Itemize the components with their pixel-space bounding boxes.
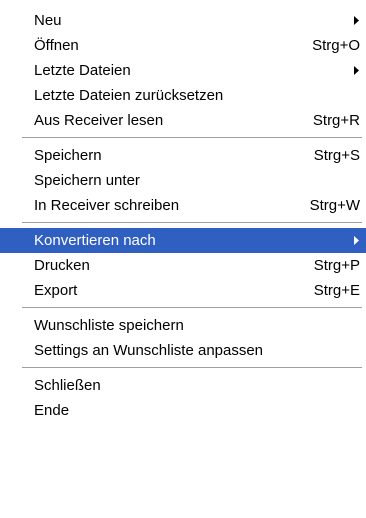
menu-item-shortcut: Strg+E — [313, 282, 360, 299]
menu-item-shortcut: Strg+O — [312, 37, 360, 54]
menu-item-label: In Receiver schreiben — [34, 197, 180, 214]
menu-item-ende[interactable]: Ende — [0, 398, 366, 423]
menu-item-schliessen[interactable]: Schließen — [0, 373, 366, 398]
menu-item-neu[interactable]: Neu — [0, 8, 366, 33]
menu-item-oeffnen[interactable]: Öffnen Strg+O — [0, 33, 366, 58]
menu-item-letzte-dateien-zuruecksetzen[interactable]: Letzte Dateien zurücksetzen — [0, 83, 366, 108]
menu-item-label: Aus Receiver lesen — [34, 112, 164, 129]
menu-item-label: Neu — [34, 12, 62, 29]
menu-item-shortcut: Strg+P — [313, 257, 360, 274]
menu-item-settings-an-wunschliste-anpassen[interactable]: Settings an Wunschliste anpassen — [0, 338, 366, 363]
menu-item-label: Settings an Wunschliste anpassen — [34, 342, 264, 359]
menu-item-label: Schließen — [34, 377, 101, 394]
menu-item-label: Letzte Dateien zurücksetzen — [34, 87, 224, 104]
menu-item-label: Speichern — [34, 147, 102, 164]
menu-item-speichern-unter[interactable]: Speichern unter — [0, 168, 366, 193]
submenu-arrow-icon — [354, 228, 362, 253]
menu-separator — [0, 303, 366, 313]
menu-item-label: Ende — [34, 402, 70, 419]
submenu-arrow-icon — [354, 8, 362, 33]
menu-item-wunschliste-speichern[interactable]: Wunschliste speichern — [0, 313, 366, 338]
menu-item-konvertieren-nach[interactable]: Konvertieren nach — [0, 228, 366, 253]
menu-item-shortcut: Strg+R — [312, 112, 360, 129]
menu-item-label: Konvertieren nach — [34, 232, 156, 249]
menu-item-speichern[interactable]: Speichern Strg+S — [0, 143, 366, 168]
menu-item-aus-receiver-lesen[interactable]: Aus Receiver lesen Strg+R — [0, 108, 366, 133]
menu-separator — [0, 133, 366, 143]
menu-item-label: Drucken — [34, 257, 90, 274]
menu-item-label: Letzte Dateien — [34, 62, 131, 79]
menu-item-label: Export — [34, 282, 78, 299]
submenu-arrow-icon — [354, 58, 362, 83]
menu-item-letzte-dateien[interactable]: Letzte Dateien — [0, 58, 366, 83]
menu-item-shortcut: Strg+W — [309, 197, 360, 214]
menu-item-drucken[interactable]: Drucken Strg+P — [0, 253, 366, 278]
menu-item-in-receiver-schreiben[interactable]: In Receiver schreiben Strg+W — [0, 193, 366, 218]
menu-item-export[interactable]: Export Strg+E — [0, 278, 366, 303]
menu-item-label: Speichern unter — [34, 172, 140, 189]
menu-item-label: Wunschliste speichern — [34, 317, 184, 334]
menu-separator — [0, 363, 366, 373]
file-menu: Neu Öffnen Strg+O Letzte Dateien Letzte … — [0, 0, 366, 518]
menu-item-shortcut: Strg+S — [313, 147, 360, 164]
menu-separator — [0, 218, 366, 228]
menu-item-label: Öffnen — [34, 37, 79, 54]
